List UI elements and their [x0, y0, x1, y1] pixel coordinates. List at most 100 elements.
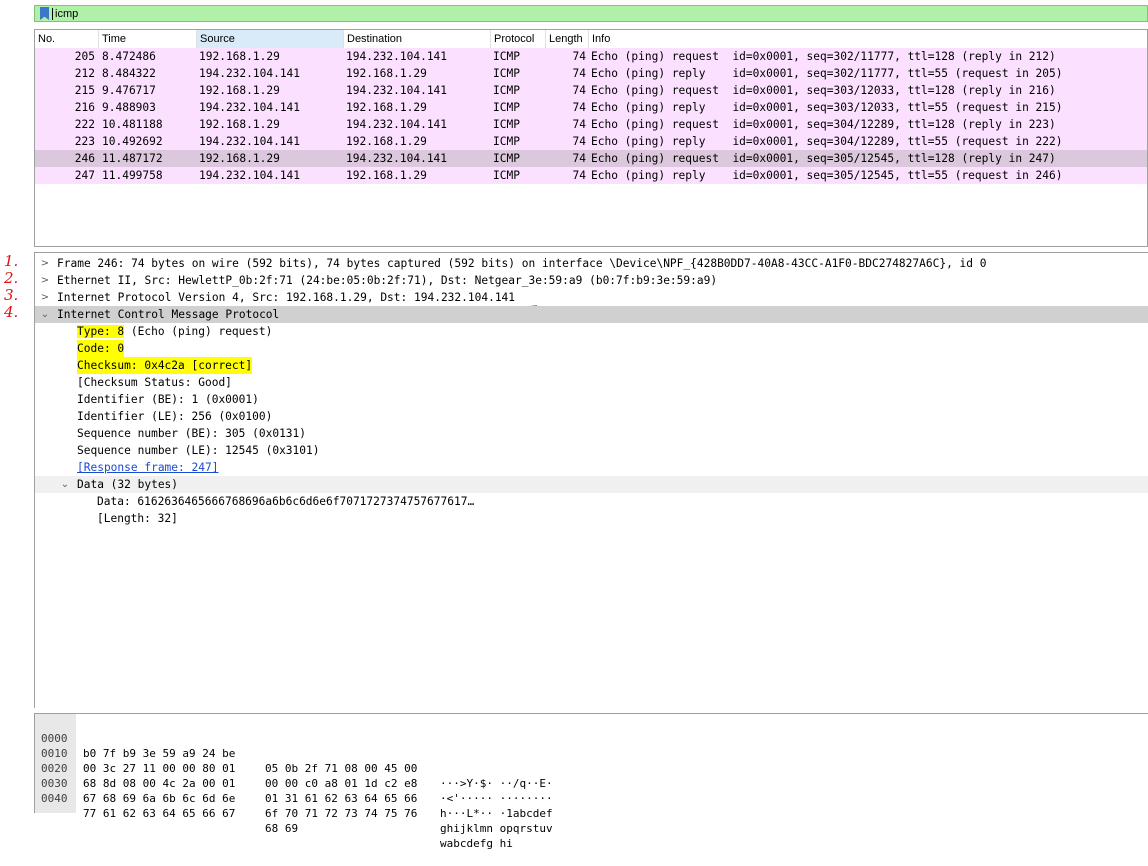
display-filter-bar[interactable]: icmp — [34, 5, 1148, 22]
data-summary: Data (32 bytes) — [77, 478, 179, 491]
packet-time: 11.499758 — [102, 169, 163, 182]
tree-row-data-value[interactable]: Data: 6162636465666768696a6b6c6d6e6f7071… — [35, 493, 1148, 510]
collapse-arrow-icon[interactable]: ⌄ — [59, 476, 71, 493]
tree-row-ethernet[interactable]: > Ethernet II, Src: HewlettP_0b:2f:71 (2… — [35, 272, 1148, 289]
icmp-sequence-le: Sequence number (LE): 12545 (0x3101) — [77, 444, 320, 457]
column-header-time[interactable]: Time — [99, 30, 197, 48]
bytes-hex[interactable]: 67 68 69 6a 6b 6c 6d 6e — [83, 791, 235, 806]
data-length: [Length: 32] — [97, 512, 178, 525]
column-header-length[interactable]: Length — [546, 30, 589, 48]
packet-time: 9.488903 — [102, 101, 156, 114]
packet-length: 74 — [572, 101, 586, 114]
packet-info: Echo (ping) reply id=0x0001, seq=305/125… — [591, 169, 1063, 182]
annotation-number-1: 1. — [4, 252, 19, 270]
column-header-no[interactable]: No. — [35, 30, 99, 48]
packet-row[interactable]: 215 9.476717 192.168.1.29 194.232.104.14… — [35, 82, 1147, 99]
packet-length: 74 — [572, 118, 586, 131]
packet-source: 194.232.104.141 — [199, 67, 301, 80]
packet-source: 194.232.104.141 — [199, 135, 301, 148]
bytes-hex[interactable]: 77 61 62 63 64 65 66 67 — [83, 806, 235, 821]
packet-no: 223 — [74, 135, 95, 148]
packet-no: 205 — [74, 50, 95, 63]
column-header-destination[interactable]: Destination — [344, 30, 491, 48]
expand-arrow-icon[interactable]: > — [39, 272, 51, 289]
packet-length: 74 — [572, 50, 586, 63]
column-header-protocol[interactable]: Protocol — [491, 30, 546, 48]
response-frame-link[interactable]: [Response frame: 247] — [77, 459, 218, 476]
icmp-checksum: Checksum: 0x4c2a [correct] — [77, 357, 253, 374]
expand-arrow-icon[interactable]: > — [39, 255, 51, 272]
icmp-checksum-status: [Checksum Status: Good] — [77, 376, 232, 389]
packet-length: 74 — [572, 135, 586, 148]
tree-row-data[interactable]: ⌄ Data (32 bytes) — [35, 476, 1148, 493]
icmp-identifier-le: Identifier (LE): 256 (0x0100) — [77, 410, 273, 423]
packet-list-header: No. Time Source Destination Protocol Len… — [35, 30, 1147, 49]
packet-list[interactable]: No. Time Source Destination Protocol Len… — [34, 29, 1148, 247]
packet-destination: 192.168.1.29 — [346, 101, 427, 114]
icmp-code: Code: 0 — [77, 340, 125, 357]
bytes-ascii[interactable]: h···L*·· ·1abcdef — [440, 806, 553, 821]
packet-info: Echo (ping) reply id=0x0001, seq=304/122… — [591, 135, 1063, 148]
packet-bytes-pane[interactable]: 0000 b0 7f b9 3e 59 a9 24 be 05 0b 2f 71… — [34, 713, 1148, 850]
packet-row[interactable]: 216 9.488903 194.232.104.141 192.168.1.2… — [35, 99, 1147, 116]
packet-destination: 194.232.104.141 — [346, 152, 448, 165]
packet-time: 10.492692 — [102, 135, 163, 148]
tree-row-response-frame[interactable]: [Response frame: 247] — [35, 459, 1148, 476]
text-cursor — [52, 8, 53, 20]
bytes-ascii[interactable]: wabcdefg hi — [440, 836, 513, 851]
column-header-info[interactable]: Info — [589, 30, 1147, 48]
packet-details-pane[interactable]: > Frame 246: 74 bytes on wire (592 bits)… — [34, 252, 1148, 708]
packet-protocol: ICMP — [493, 67, 520, 80]
tree-row-icmp-code[interactable]: Code: 0 — [35, 340, 1148, 357]
expand-arrow-icon[interactable]: > — [39, 289, 51, 306]
tree-row-ipv4[interactable]: > Internet Protocol Version 4, Src: 192.… — [35, 289, 1148, 306]
tree-row-identifier-le[interactable]: Identifier (LE): 256 (0x0100) — [35, 408, 1148, 425]
tree-row-identifier-be[interactable]: Identifier (BE): 1 (0x0001) — [35, 391, 1148, 408]
packet-destination: 192.168.1.29 — [346, 169, 427, 182]
bytes-row: 0040 77 61 62 63 64 65 66 67 68 69 wabcd… — [35, 776, 1148, 850]
packet-time: 11.487172 — [102, 152, 163, 165]
packet-row[interactable]: 222 10.481188 192.168.1.29 194.232.104.1… — [35, 116, 1147, 133]
packet-time: 9.476717 — [102, 84, 156, 97]
tree-row-icmp-checksum[interactable]: Checksum: 0x4c2a [correct] — [35, 357, 1148, 374]
annotation-number-3: 3. — [4, 286, 19, 304]
bytes-offset: 0040 — [41, 792, 68, 805]
tree-row-frame[interactable]: > Frame 246: 74 bytes on wire (592 bits)… — [35, 255, 1148, 272]
bytes-hex[interactable]: 01 31 61 62 63 64 65 66 — [265, 791, 417, 806]
tree-row-icmp[interactable]: ⌄ Internet Control Message Protocol — [35, 306, 1148, 323]
column-header-source[interactable]: Source — [197, 30, 344, 48]
packet-info: Echo (ping) reply id=0x0001, seq=303/120… — [591, 101, 1063, 114]
bytes-ascii[interactable]: ghijklmn opqrstuv — [440, 821, 553, 836]
packet-info: Echo (ping) request id=0x0001, seq=305/1… — [591, 152, 1056, 165]
packet-protocol: ICMP — [493, 169, 520, 182]
tree-row-icmp-type[interactable]: Type: 8 (Echo (ping) request) — [35, 323, 1148, 340]
icmp-type-desc: (Echo (ping) request) — [124, 325, 273, 338]
packet-time: 10.481188 — [102, 118, 163, 131]
packet-row[interactable]: 205 8.472486 192.168.1.29 194.232.104.14… — [35, 48, 1147, 65]
packet-row[interactable]: 247 11.499758 194.232.104.141 192.168.1.… — [35, 167, 1147, 184]
filter-input-value[interactable]: icmp — [55, 7, 78, 21]
collapse-arrow-icon[interactable]: ⌄ — [39, 306, 51, 323]
icmp-type-highlight: Type: 8 — [77, 325, 125, 338]
bytes-ascii[interactable]: ·<'····· ········ — [440, 791, 553, 806]
packet-row-selected[interactable]: 246 11.487172 192.168.1.29 194.232.104.1… — [35, 150, 1147, 167]
packet-protocol: ICMP — [493, 101, 520, 114]
tree-row-seq-le[interactable]: Sequence number (LE): 12545 (0x3101) — [35, 442, 1148, 459]
bytes-hex[interactable]: 6f 70 71 72 73 74 75 76 — [265, 806, 417, 821]
tree-row-checksum-status[interactable]: [Checksum Status: Good] — [35, 374, 1148, 391]
tree-row-seq-be[interactable]: Sequence number (BE): 305 (0x0131) — [35, 425, 1148, 442]
packet-row[interactable]: 223 10.492692 194.232.104.141 192.168.1.… — [35, 133, 1147, 150]
bytes-hex[interactable]: 68 69 — [265, 821, 298, 836]
packet-row[interactable]: 212 8.484322 194.232.104.141 192.168.1.2… — [35, 65, 1147, 82]
icmp-sequence-be: Sequence number (BE): 305 (0x0131) — [77, 427, 307, 440]
packet-no: 216 — [74, 101, 95, 114]
packet-time: 8.484322 — [102, 67, 156, 80]
packet-length: 74 — [572, 67, 586, 80]
packet-no: 222 — [74, 118, 95, 131]
icmp-identifier-be: Identifier (BE): 1 (0x0001) — [77, 393, 259, 406]
tree-row-data-length[interactable]: [Length: 32] — [35, 510, 1148, 527]
packet-time: 8.472486 — [102, 50, 156, 63]
bytes-row: 0020 68 8d 08 00 4c 2a 00 01 01 31 61 62… — [35, 746, 1148, 820]
annotation-number-2: 2. — [4, 269, 19, 287]
bookmark-icon[interactable] — [40, 7, 49, 20]
